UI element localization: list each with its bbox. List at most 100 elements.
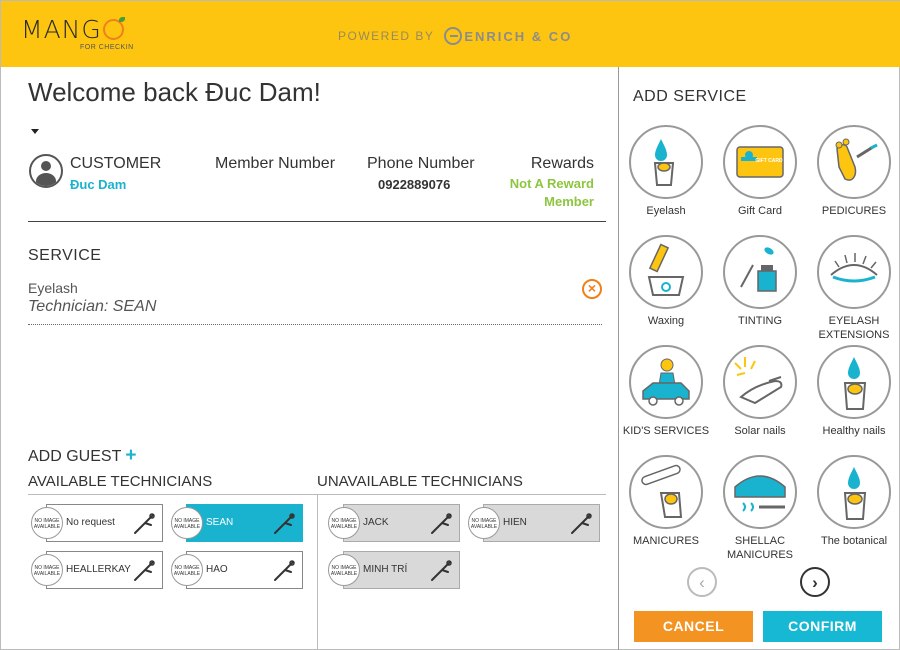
tweezers-icon <box>134 560 155 581</box>
service-shellac-manicures[interactable]: SHELLAC MANICURES <box>713 455 807 562</box>
technician-name: HEALLERKAY <box>66 564 131 575</box>
rewards-value: Not A Reward Member <box>509 176 594 209</box>
tweezers-icon <box>274 560 295 581</box>
service-gift-card[interactable]: GIFT CARD Gift Card <box>713 125 807 218</box>
service-label: TINTING <box>738 315 782 327</box>
technician-name: SEAN <box>206 517 234 528</box>
service-label: Healthy nails <box>822 425 886 437</box>
add-guest-button[interactable]: ADD GUEST + <box>28 445 136 467</box>
technician-name: No request <box>66 517 115 528</box>
sun-hand-icon <box>723 345 797 419</box>
service-title: SERVICE <box>28 247 102 264</box>
remove-service-button[interactable]: × <box>582 279 602 299</box>
service-eyelash[interactable]: Eyelash <box>619 125 713 218</box>
service-eyelash-extensions[interactable]: EYELASH EXTENSIONS <box>807 235 900 342</box>
no-image-placeholder: NO IMAGE AVAILABLE <box>328 554 360 586</box>
tweezers-icon <box>274 513 295 534</box>
mango-logo: MANG FOR CHECKIN <box>21 15 134 52</box>
phone-number-label: Phone Number <box>367 155 475 172</box>
service-kids-services[interactable]: KID'S SERVICES <box>619 345 713 438</box>
service-label: Eyelash <box>646 205 686 217</box>
service-healthy-nails[interactable]: Healthy nails <box>807 345 900 438</box>
no-image-placeholder: NO IMAGE AVAILABLE <box>31 554 63 586</box>
welcome-title: Welcome back Đuc Dam! <box>28 77 321 107</box>
available-technicians-title: AVAILABLE TECHNICIANS <box>28 473 213 490</box>
technician-card-jack: NO IMAGE AVAILABLE JACK <box>328 504 460 542</box>
customer-name: Đuc Dam <box>70 177 127 192</box>
no-image-placeholder: NO IMAGE AVAILABLE <box>171 507 203 539</box>
service-label: Gift Card <box>737 205 782 217</box>
service-manicures[interactable]: MANICURES <box>619 455 713 548</box>
no-image-placeholder: NO IMAGE AVAILABLE <box>31 507 63 539</box>
service-waxing[interactable]: Waxing <box>619 235 713 328</box>
dotted-divider <box>28 324 602 325</box>
enrich-logo-icon <box>444 27 463 45</box>
unavailable-technicians-title: UNAVAILABLE TECHNICIANS <box>317 473 523 490</box>
confirm-button[interactable]: CONFIRM <box>763 611 882 642</box>
service-label: KID'S SERVICES <box>622 425 710 437</box>
eyelash-drop-icon <box>629 125 703 199</box>
service-label: Solar nails <box>734 425 786 437</box>
prev-page-button[interactable]: ‹ <box>687 567 717 597</box>
technician-card-sean[interactable]: NO IMAGE AVAILABLE SEAN <box>171 504 303 542</box>
service-pedicures[interactable]: PEDICURES <box>807 125 900 218</box>
service-label: Waxing <box>647 315 685 327</box>
service-label: PEDICURES <box>821 205 887 217</box>
uv-lamp-icon <box>723 455 797 529</box>
tweezers-icon <box>431 560 452 581</box>
technician-card-no-request[interactable]: NO IMAGE AVAILABLE No request <box>31 504 163 542</box>
technician-card-heallerkay[interactable]: NO IMAGE AVAILABLE HEALLERKAY <box>31 551 163 589</box>
foot-icon <box>817 125 891 199</box>
kids-car-icon <box>629 345 703 419</box>
wax-icon <box>629 235 703 309</box>
technician-card-minh-tri: NO IMAGE AVAILABLE MINH TRÍ <box>328 551 460 589</box>
technician-name: MINH TRÍ <box>363 564 408 575</box>
finger-drop-icon <box>817 455 891 529</box>
technicians-separator <box>317 494 318 650</box>
no-image-placeholder: NO IMAGE AVAILABLE <box>171 554 203 586</box>
logo-subtitle: FOR CHECKIN <box>80 44 134 51</box>
powered-by-label: POWERED BY <box>338 29 435 43</box>
divider <box>28 221 606 222</box>
tweezers-icon <box>431 513 452 534</box>
powered-by: POWERED BY ENRICH & CO <box>338 27 572 45</box>
gift-card-icon: GIFT CARD <box>723 125 797 199</box>
chevron-left-icon: ‹ <box>699 573 705 592</box>
service-the-botanical[interactable]: The botanical <box>807 455 900 548</box>
dropdown-caret-icon[interactable] <box>31 129 39 134</box>
brand-name: ENRICH & CO <box>464 28 573 44</box>
tint-bottle-icon <box>723 235 797 309</box>
eye-lash-icon <box>817 235 891 309</box>
gift-card-text: GIFT CARD <box>755 158 783 164</box>
service-label: SHELLAC MANICURES <box>726 535 793 561</box>
rewards-label: Rewards <box>530 155 594 172</box>
service-solar-nails[interactable]: Solar nails <box>713 345 807 438</box>
customer-panel: Welcome back Đuc Dam! CUSTOMER Đuc Dam M… <box>1 67 618 650</box>
selected-service-technician: Technician: SEAN <box>28 298 157 315</box>
add-service-panel: ADD SERVICE Eyelash GIFT CARD Gift Card … <box>618 67 900 650</box>
tweezers-icon <box>134 513 155 534</box>
chevron-right-icon: › <box>812 573 818 592</box>
customer-avatar-icon <box>29 154 63 188</box>
finger-drop-icon <box>817 345 891 419</box>
no-image-placeholder: NO IMAGE AVAILABLE <box>468 507 500 539</box>
technician-card-hien: NO IMAGE AVAILABLE HIEN <box>468 504 600 542</box>
service-label: The botanical <box>820 535 888 547</box>
nail-file-icon <box>629 455 703 529</box>
mango-fruit-icon <box>102 17 125 40</box>
customer-label: CUSTOMER <box>70 155 162 172</box>
technician-card-hao[interactable]: NO IMAGE AVAILABLE HAO <box>171 551 303 589</box>
service-tinting[interactable]: TINTING <box>713 235 807 328</box>
plus-icon: + <box>125 445 137 466</box>
no-image-placeholder: NO IMAGE AVAILABLE <box>328 507 360 539</box>
service-label: EYELASH EXTENSIONS <box>818 315 890 341</box>
header-bar: MANG FOR CHECKIN POWERED BY ENRICH & CO <box>1 1 900 67</box>
technician-name: HAO <box>206 564 228 575</box>
phone-number-value: 0922889076 <box>378 177 451 192</box>
selected-service-name: Eyelash <box>28 280 78 296</box>
checkin-app: MANG FOR CHECKIN POWERED BY ENRICH & CO … <box>0 0 900 650</box>
service-label: MANICURES <box>632 535 699 547</box>
cancel-button[interactable]: CANCEL <box>634 611 753 642</box>
technician-name: JACK <box>363 517 389 528</box>
next-page-button[interactable]: › <box>800 567 830 597</box>
